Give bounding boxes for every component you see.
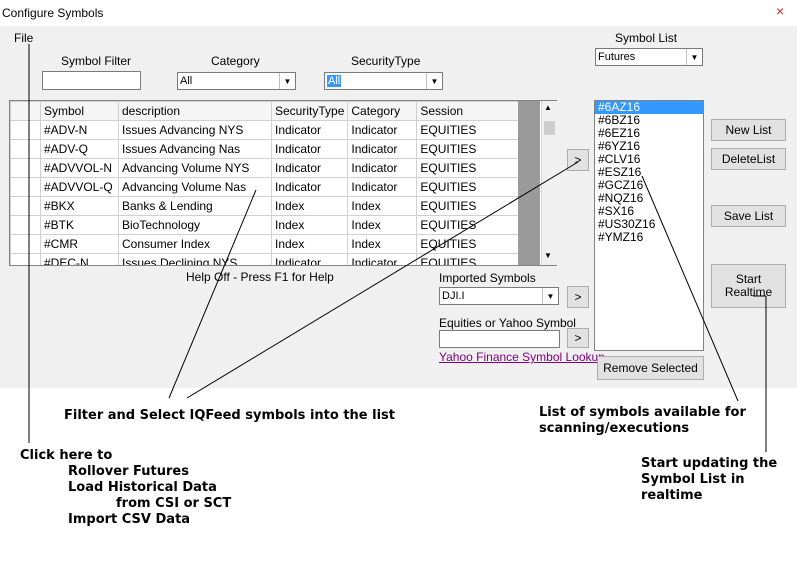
list-annotation-line — [641, 175, 739, 402]
annotation-list-available-2: scanning/executions — [539, 421, 690, 436]
filter-annotation-line-2 — [186, 161, 579, 399]
annotation-filter-select: Filter and Select IQFeed symbols into th… — [64, 408, 395, 423]
annotation-click-here: Click here to — [20, 448, 113, 463]
annotation-start-updating: Start updating the — [641, 456, 778, 471]
annotation-start-updating-3: realtime — [641, 488, 703, 503]
annotation-list-available: List of symbols available for — [539, 405, 746, 420]
annotation-start-updating-2: Symbol List in — [641, 472, 745, 487]
annotation-import-csv: Import CSV Data — [68, 512, 191, 527]
annotation-rollover: Rollover Futures — [68, 464, 189, 479]
annotation-load-hist: Load Historical Data — [68, 480, 217, 495]
annotation-from-csi: from CSI or SCT — [116, 496, 232, 511]
filter-annotation-line — [168, 189, 257, 399]
